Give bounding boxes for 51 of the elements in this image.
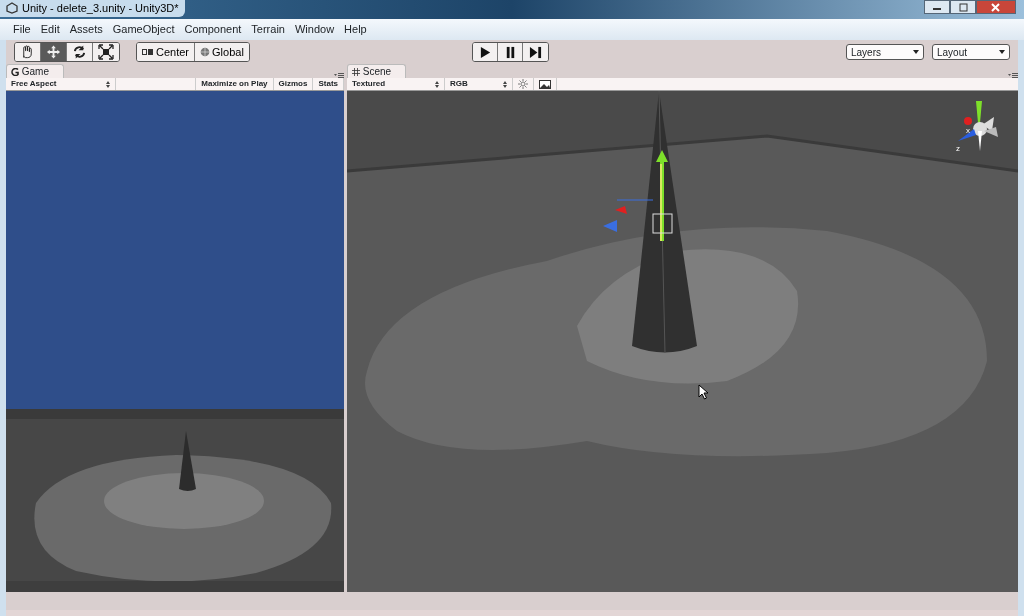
tool-button[interactable] bbox=[41, 43, 67, 61]
menu-item[interactable]: Edit bbox=[35, 21, 65, 38]
move-arrows-icon bbox=[46, 44, 61, 60]
close-button[interactable] bbox=[976, 0, 1016, 14]
menu-item[interactable]: Terrain bbox=[246, 21, 290, 38]
panel-menu-icon[interactable] bbox=[1008, 73, 1018, 78]
close-icon bbox=[989, 2, 1003, 14]
draw-mode-dropdown[interactable]: Textured bbox=[347, 78, 445, 90]
pivot-button[interactable]: Center bbox=[137, 43, 196, 61]
scale-icon bbox=[98, 44, 114, 60]
sun-icon[interactable] bbox=[518, 79, 528, 89]
updown-icon bbox=[106, 80, 110, 88]
scene-tab[interactable]: Scene bbox=[347, 64, 407, 78]
rotate-icon bbox=[72, 44, 87, 60]
grid-icon bbox=[352, 68, 360, 77]
toolbar-toggle[interactable]: Maximize on Play bbox=[196, 78, 274, 90]
globe-icon bbox=[200, 47, 211, 57]
render-mode-dropdown[interactable]: RGB bbox=[445, 78, 513, 90]
play-icon bbox=[478, 45, 492, 59]
panel-menu-icon[interactable] bbox=[334, 73, 344, 78]
toolbar-toggle[interactable]: Stats bbox=[313, 78, 344, 90]
toolbar-toggle[interactable]: Gizmos bbox=[273, 78, 314, 90]
menu-item[interactable]: Assets bbox=[64, 21, 108, 38]
menu-item[interactable]: GameObject bbox=[107, 21, 180, 38]
updown-icon bbox=[503, 80, 507, 88]
image-icon[interactable] bbox=[539, 79, 551, 89]
menu-item[interactable]: Help bbox=[339, 21, 372, 38]
aspect-dropdown[interactable]: Free Aspect bbox=[6, 78, 116, 90]
play-button[interactable] bbox=[473, 43, 498, 61]
step-icon bbox=[529, 45, 542, 59]
pivot-icon bbox=[142, 48, 154, 56]
minimize-button[interactable] bbox=[924, 0, 950, 14]
hand-icon bbox=[20, 44, 35, 60]
maximize-icon bbox=[956, 2, 970, 14]
caret-icon bbox=[999, 50, 1005, 54]
menu-item[interactable]: Component bbox=[179, 21, 247, 38]
game-tab[interactable]: Game bbox=[6, 64, 64, 78]
maximize-button[interactable] bbox=[950, 0, 976, 14]
dropdown[interactable]: Layout bbox=[932, 44, 1010, 60]
menu-item[interactable]: File bbox=[8, 21, 36, 38]
cursor-icon bbox=[698, 384, 709, 400]
dropdown[interactable]: Layers bbox=[846, 44, 924, 60]
caret-icon bbox=[913, 50, 919, 54]
axis-label: x bbox=[966, 126, 970, 135]
axis-gizmo[interactable]: x z bbox=[952, 101, 1002, 156]
axis-label: z bbox=[956, 144, 960, 153]
unity-logo-icon bbox=[6, 2, 18, 15]
window-title: Unity - delete_3.unity - Unity3D* bbox=[22, 1, 179, 16]
updown-icon bbox=[435, 80, 439, 88]
menu-item[interactable]: Window bbox=[289, 21, 340, 38]
tool-button[interactable] bbox=[15, 43, 41, 61]
